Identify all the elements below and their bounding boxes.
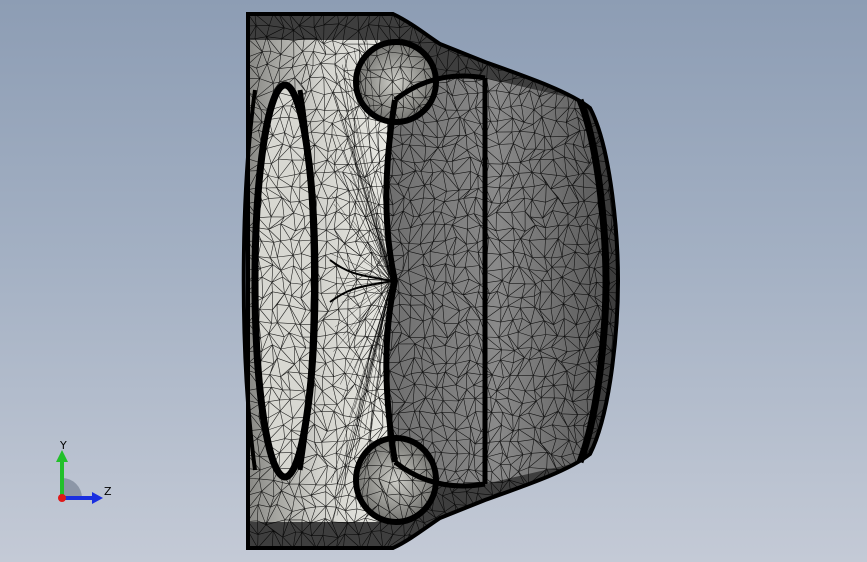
- axis-triad: Y Z: [56, 440, 112, 504]
- mesh-model[interactable]: [0, 0, 867, 562]
- y-axis-label: Y: [59, 440, 67, 452]
- triad-quadrant: [62, 478, 82, 498]
- x-axis-point: [58, 494, 66, 502]
- z-axis-arrow: [92, 492, 103, 504]
- graphics-viewport[interactable]: Y Z: [0, 0, 867, 562]
- z-axis-label: Z: [104, 485, 112, 498]
